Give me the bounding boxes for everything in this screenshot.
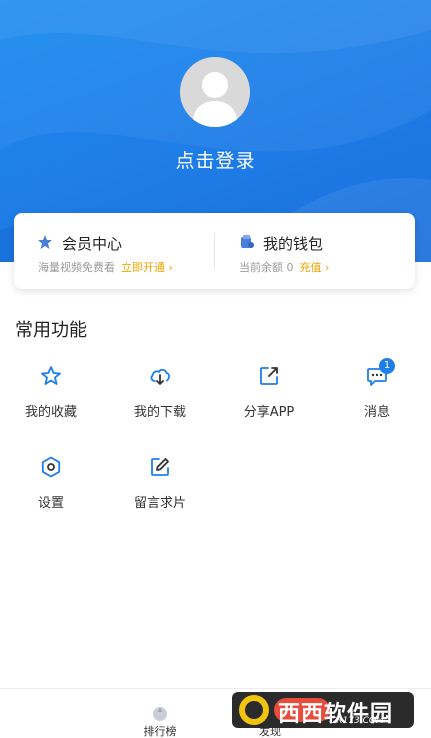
member-wallet-card: 会员中心 海量视频免费看 立即开通 › 我的钱包 当前余额 0 充值 › [14, 213, 415, 289]
tab-ranking[interactable]: 排行榜 [130, 689, 190, 738]
member-center-desc: 海量视频免费看 [38, 261, 115, 274]
member-center-subtitle: 海量视频免费看 立即开通 › [38, 259, 173, 275]
messages-label: 消息 [363, 405, 390, 420]
message-badge: 1 [379, 358, 395, 374]
member-center-entry[interactable]: 会员中心 海量视频免费看 立即开通 › [14, 213, 214, 289]
star-icon [38, 235, 52, 249]
star-outline-icon [41, 366, 61, 385]
share-app-label: 分享APP [243, 405, 295, 420]
avatar[interactable] [180, 57, 250, 127]
share-icon [260, 367, 278, 385]
favorites-label: 我的收藏 [24, 405, 77, 420]
wallet-title: 我的钱包 [263, 235, 324, 253]
ranking-icon [153, 707, 167, 721]
watermark-subtext: CR173.COM [330, 716, 384, 726]
downloads-label: 我的下载 [133, 405, 186, 420]
downloads-button[interactable]: 我的下载 [110, 364, 210, 434]
section-title: 常用功能 [15, 320, 87, 341]
wallet-entry[interactable]: 我的钱包 当前余额 0 充值 › [215, 213, 415, 289]
request-movie-label: 留言求片 [133, 496, 186, 511]
wallet-icon [241, 235, 254, 248]
messages-button[interactable]: 1 消息 [327, 358, 427, 434]
open-membership-link[interactable]: 立即开通 › [121, 261, 173, 274]
wallet-balance: 当前余额 0 [239, 261, 294, 274]
settings-icon [41, 456, 61, 478]
cloud-download-icon [150, 368, 170, 385]
watermark-logo: 西西软件园 CR173.COM [232, 690, 414, 730]
share-app-button[interactable]: 分享APP [219, 364, 319, 434]
settings-button[interactable]: 设置 [1, 455, 101, 525]
settings-label: 设置 [37, 496, 64, 511]
request-movie-button[interactable]: 留言求片 [110, 455, 210, 525]
login-link[interactable]: 点击登录 [0, 146, 431, 173]
wallet-subtitle: 当前余额 0 充值 › [239, 259, 329, 275]
user-placeholder-icon [192, 72, 238, 127]
favorites-button[interactable]: 我的收藏 [1, 364, 101, 434]
member-center-title: 会员中心 [62, 235, 123, 253]
edit-icon [151, 458, 169, 476]
tab-ranking-label: 排行榜 [143, 725, 177, 738]
recharge-link[interactable]: 充值 › [300, 261, 330, 274]
